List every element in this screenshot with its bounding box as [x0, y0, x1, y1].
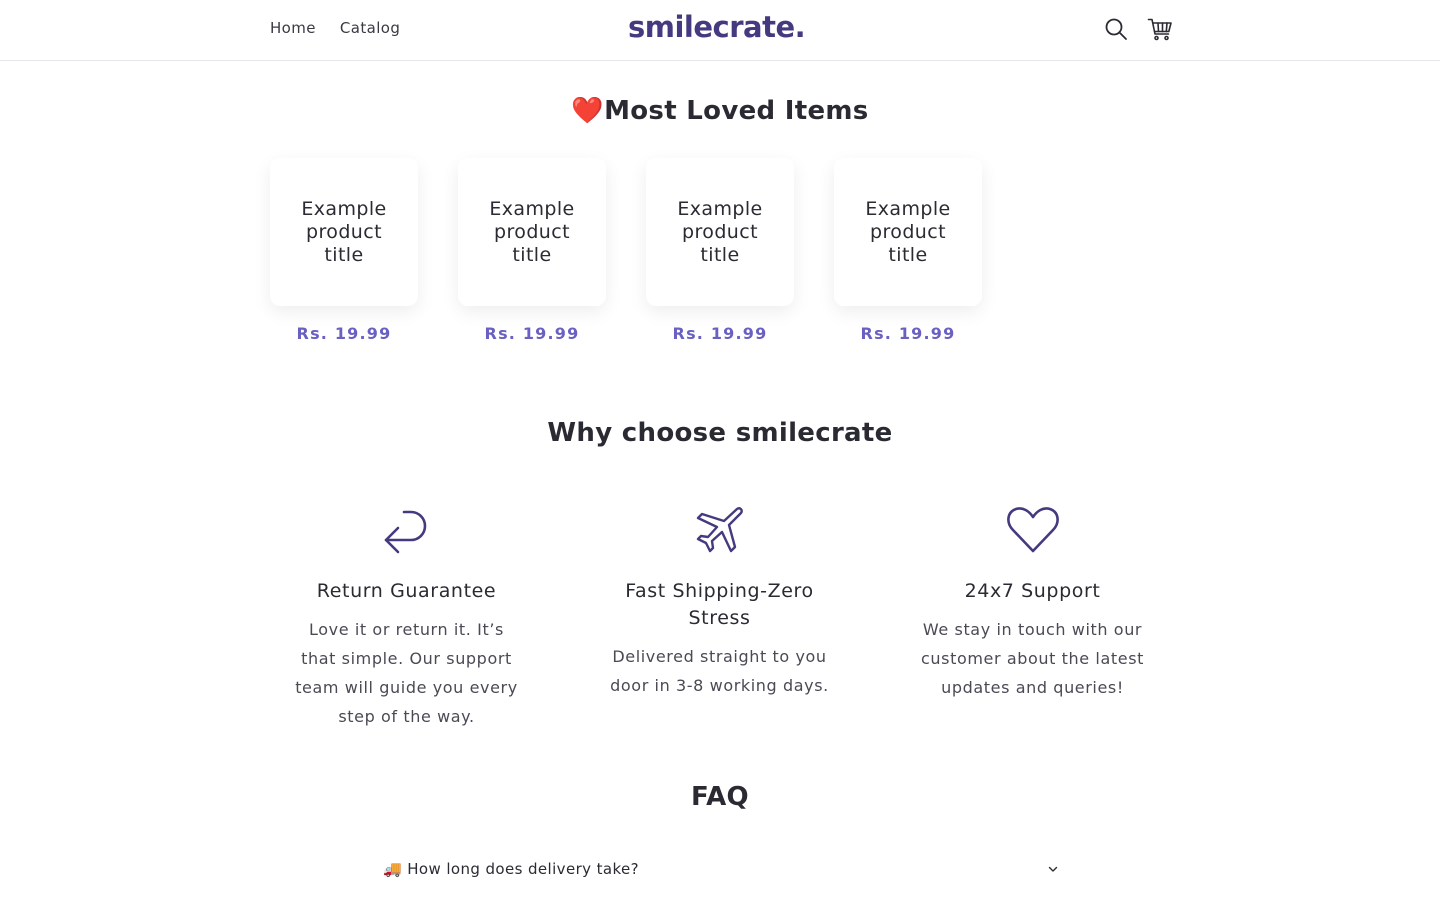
product-price: Rs. 19.99 — [672, 324, 768, 343]
product-title[interactable]: Example product title — [472, 198, 592, 267]
product-card[interactable]: Example product title Rs. 19.99 — [834, 158, 982, 343]
feature-title: Fast Shipping-Zero Stress — [625, 580, 814, 629]
product-card[interactable]: Example product title Rs. 19.99 — [458, 158, 606, 343]
faq-heading: FAQ — [691, 782, 749, 812]
product-image-placeholder[interactable]: Example product title — [458, 158, 606, 306]
why-choose-heading: Why choose smilecrate — [547, 418, 893, 448]
feature-support: 24x7 Support We stay in touch with our c… — [876, 500, 1189, 731]
product-price: Rs. 19.99 — [484, 324, 580, 343]
feature-text: We stay in touch with our customer about… — [921, 620, 1144, 697]
site-header: Home Catalog smilecrate. — [0, 0, 1440, 61]
product-grid: Example product title Rs. 19.99 Example … — [270, 158, 982, 343]
site-logo[interactable]: smilecrate. — [628, 10, 806, 44]
search-icon[interactable] — [1103, 16, 1129, 42]
main-nav: Home Catalog — [270, 19, 400, 37]
product-title[interactable]: Example product title — [660, 198, 780, 267]
product-image-placeholder[interactable]: Example product title — [646, 158, 794, 306]
feature-title: Return Guarantee — [316, 580, 497, 602]
product-card[interactable]: Example product title Rs. 19.99 — [646, 158, 794, 343]
product-price: Rs. 19.99 — [860, 324, 956, 343]
feature-shipping: Fast Shipping-Zero Stress Delivered stra… — [563, 500, 876, 731]
most-loved-heading: ❤️Most Loved Items — [571, 96, 869, 126]
heart-icon — [876, 500, 1189, 560]
airplane-icon — [563, 500, 876, 560]
product-image-placeholder[interactable]: Example product title — [270, 158, 418, 306]
faq-item[interactable]: 🚚 How long does delivery take? — [383, 852, 1059, 886]
product-title[interactable]: Example product title — [848, 198, 968, 267]
cart-icon[interactable] — [1147, 16, 1173, 42]
feature-title: 24x7 Support — [964, 580, 1101, 602]
chevron-down-icon[interactable] — [1047, 863, 1059, 875]
nav-home-link[interactable]: Home — [270, 19, 316, 37]
feature-text: Love it or return it. It’s that simple. … — [295, 620, 518, 726]
product-card[interactable]: Example product title Rs. 19.99 — [270, 158, 418, 343]
product-price: Rs. 19.99 — [296, 324, 392, 343]
product-title[interactable]: Example product title — [284, 198, 404, 267]
faq-question[interactable]: 🚚 How long does delivery take? — [383, 860, 639, 878]
nav-catalog-link[interactable]: Catalog — [340, 19, 400, 37]
feature-return: Return Guarantee Love it or return it. I… — [250, 500, 563, 731]
feature-text: Delivered straight to you door in 3-8 wo… — [610, 647, 829, 695]
product-image-placeholder[interactable]: Example product title — [834, 158, 982, 306]
features-row: Return Guarantee Love it or return it. I… — [250, 500, 1190, 731]
return-arrow-icon — [250, 500, 563, 560]
